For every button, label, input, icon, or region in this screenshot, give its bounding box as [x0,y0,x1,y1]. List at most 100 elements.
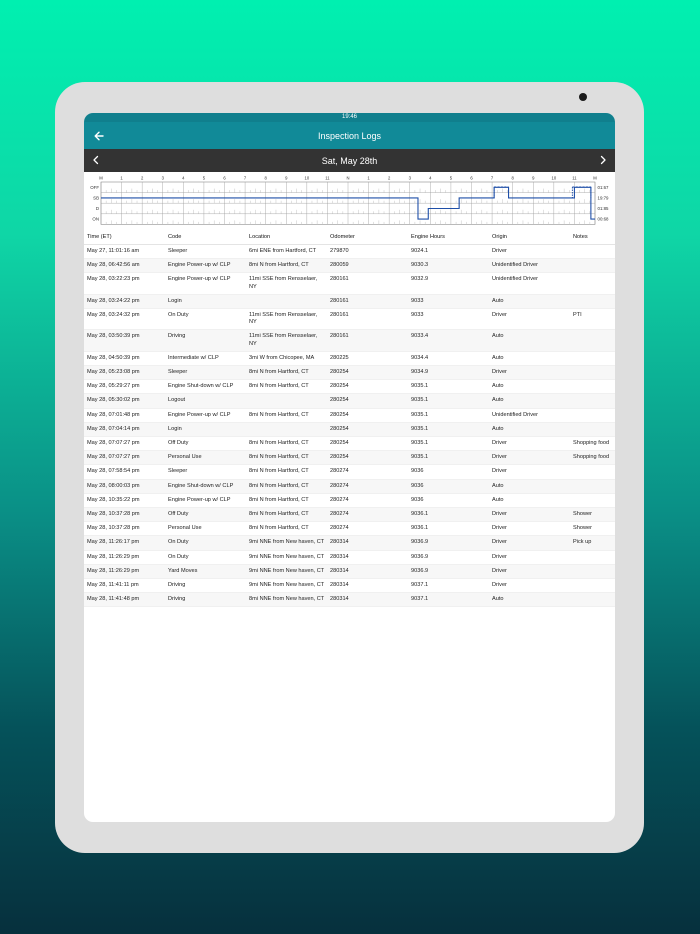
cell-location: 9mi NNE from New haven, CT [246,578,327,594]
table-row[interactable]: May 28, 07:07:27 pm Off Duty 8mi N from Ha… [84,436,615,452]
table-row[interactable]: May 28, 06:42:56 am Engine Power-up w/ CL… [84,258,615,274]
x-tick-label: 10 [551,176,556,181]
table-row[interactable]: May 28, 07:07:27 pm Personal Use 8mi N fro… [84,450,615,466]
cell-odometer: 280161 [327,308,408,331]
cell-odometer: 280254 [327,422,408,438]
cell-origin: Driver [489,436,570,452]
cell-code: Intermediate w/ CLP [165,351,246,367]
cell-origin: Auto [489,422,570,438]
table-row[interactable]: May 28, 11:26:17 pm On Duty 9mi NNE from N… [84,535,615,551]
table-row[interactable]: May 28, 07:04:14 pm Login 280254 9035.1 Auto [84,422,615,438]
chevron-right-icon[interactable] [597,154,609,166]
table-row[interactable]: May 28, 11:26:29 pm On Duty 9mi NNE from N… [84,550,615,565]
table-row[interactable]: May 28, 07:58:54 pm Sleeper 8mi N from Har… [84,464,615,480]
cell-notes [570,592,615,608]
cell-code: Engine Shut-down w/ CLP [165,479,246,494]
cell-location: 8mi N from Hartford, CT [246,436,327,452]
cell-origin: Driver [489,507,570,523]
cell-notes [570,294,615,310]
cell-engine-hours: 9034.9 [408,365,489,381]
table-row[interactable]: May 28, 10:37:28 pm Personal Use 8mi N fro… [84,521,615,537]
status-row-label: SB [93,196,99,201]
status-row-label: D [96,206,99,211]
cell-odometer: 280274 [327,479,408,494]
x-tick-label: 4 [182,176,185,181]
cell-code: Personal Use [165,450,246,466]
cell-code: On Duty [165,308,246,331]
column-header-location: Location [246,230,327,245]
cell-odometer: 280254 [327,365,408,381]
table-row[interactable]: May 27, 11:01:16 am Sleeper 6mi ENE from H… [84,244,615,260]
cell-odometer: 280314 [327,578,408,594]
cell-engine-hours: 9036.1 [408,507,489,523]
x-tick-label: 11 [325,176,330,181]
table-row[interactable]: May 28, 08:00:03 pm Engine Shut-down w/ C… [84,479,615,494]
cell-odometer: 280161 [327,272,408,295]
cell-origin: Driver [489,521,570,537]
table-row[interactable]: May 28, 03:22:23 pm Engine Power-up w/ CL… [84,272,615,295]
cell-notes [570,258,615,274]
cell-origin: Driver [489,564,570,580]
cell-location: 8mi N from Hartford, CT [246,521,327,537]
table-row[interactable]: May 28, 05:23:08 pm Sleeper 8mi N from Har… [84,365,615,381]
duty-status-graph: M 1 2 3 4 5 6 7 8 9 10 11 N 1 2 3 4 5 6 7 8 9 10 11 M OFF 01:67 SB 1… [84,172,615,229]
cell-origin: Driver [489,535,570,551]
table-row[interactable]: May 28, 10:35:22 pm Engine Power-up w/ CL… [84,493,615,509]
cell-location: 8mi NNE from New haven, CT [246,592,327,608]
cell-engine-hours: 9035.1 [408,379,489,395]
cell-code: Off Duty [165,507,246,523]
cell-odometer: 280274 [327,507,408,523]
table-row[interactable]: May 28, 10:37:28 pm Off Duty 8mi N from Ha… [84,507,615,523]
chevron-left-icon[interactable] [90,154,102,166]
cell-location: 8mi N from Hartford, CT [246,408,327,423]
cell-time: May 28, 10:35:22 pm [84,493,165,509]
cell-notes [570,550,615,565]
cell-notes [570,379,615,395]
cell-notes [570,564,615,580]
status-time: 19:46 [341,114,357,120]
cell-engine-hours: 9030.3 [408,258,489,274]
x-tick-label: M [99,176,103,181]
x-tick-label: 8 [511,176,514,181]
arrow-left-icon[interactable] [92,129,106,143]
status-row-total: 19:79 [598,196,610,201]
cell-notes: Shower [570,507,615,523]
x-tick-label: 2 [388,176,391,181]
table-row[interactable]: May 28, 04:50:39 pm Intermediate w/ CLP 3m… [84,351,615,367]
cell-location: 8mi N from Hartford, CT [246,379,327,395]
x-tick-label: 2 [141,176,144,181]
cell-notes: Pick up [570,535,615,551]
cell-code: Sleeper [165,365,246,381]
cell-odometer: 280314 [327,564,408,580]
cell-code: Logout [165,393,246,409]
x-tick-label: 1 [120,176,123,181]
column-header-code: Code [165,230,246,245]
cell-code: Driving [165,578,246,594]
cell-origin: Driver [489,244,570,260]
cell-notes [570,329,615,352]
table-row[interactable]: May 28, 03:24:22 pm Login 280161 9033 Auto [84,294,615,310]
cell-code: Engine Shut-down w/ CLP [165,379,246,395]
table-row[interactable]: May 28, 11:26:29 pm Yard Moves 9mi NNE fro… [84,564,615,580]
cell-origin: Auto [489,479,570,494]
cell-time: May 28, 03:24:22 pm [84,294,165,310]
table-row[interactable]: May 28, 11:41:11 pm Driving 9mi NNE from N… [84,578,615,594]
table-row[interactable]: May 28, 05:30:02 pm Logout 280254 9035.1 Aut… [84,393,615,409]
cell-location: 9mi NNE from New haven, CT [246,535,327,551]
table-row[interactable]: May 28, 07:01:48 pm Engine Power-up w/ CL… [84,408,615,423]
x-tick-label: 8 [264,176,267,181]
cell-engine-hours: 9037.1 [408,578,489,594]
table-row[interactable]: May 28, 03:24:32 pm On Duty 11mi SSE from … [84,308,615,331]
table-row[interactable]: May 28, 05:29:27 pm Engine Shut-down w/ C… [84,379,615,395]
x-tick-label: 1 [367,176,370,181]
cell-code: Engine Power-up w/ CLP [165,272,246,295]
table-row[interactable]: May 28, 11:41:48 pm Driving 8mi NNE from N… [84,592,615,608]
cell-engine-hours: 9036 [408,493,489,509]
cell-code: Login [165,422,246,438]
cell-location: 8mi N from Hartford, CT [246,493,327,509]
cell-notes [570,244,615,260]
status-row-label: OFF [90,185,99,190]
table-row[interactable]: May 28, 03:50:39 pm Driving 11mi SSE from … [84,329,615,352]
cell-odometer: 280059 [327,258,408,274]
cell-code: Engine Power-up w/ CLP [165,408,246,423]
